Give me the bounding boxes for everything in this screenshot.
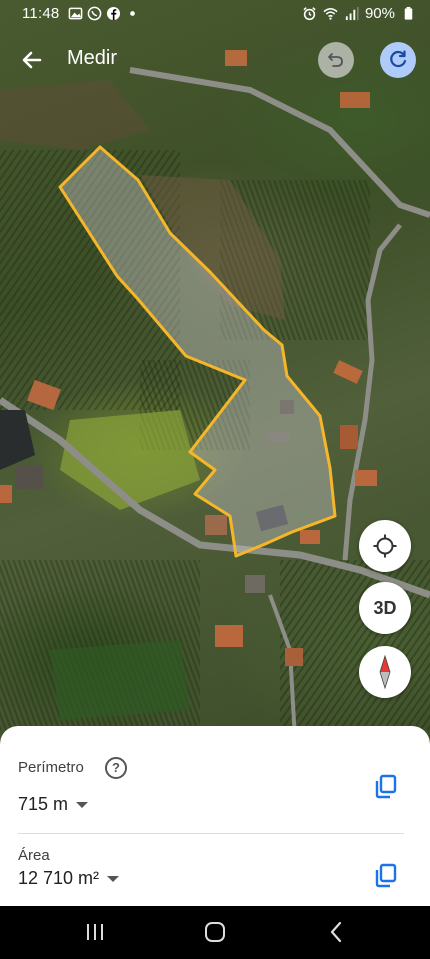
status-bar: 11:48 90% [0, 0, 430, 28]
perimeter-label: Perímetro [18, 759, 84, 776]
battery-icon [404, 6, 413, 20]
back-button[interactable] [16, 44, 48, 76]
arrow-left-icon [22, 51, 42, 69]
facebook-icon [106, 6, 121, 21]
home-button[interactable] [203, 920, 227, 949]
undo-button[interactable] [318, 42, 354, 78]
app-bar: Medir [0, 38, 430, 82]
system-nav-bar [0, 906, 430, 959]
battery-percent: 90% [364, 5, 395, 22]
compass-button[interactable] [359, 646, 411, 698]
notification-icons [68, 6, 140, 21]
dot-icon [130, 11, 135, 16]
copy-icon [375, 863, 397, 888]
copy-area-button[interactable] [372, 861, 400, 889]
chevron-down-icon [76, 801, 89, 808]
area-label: Área [18, 847, 50, 864]
gallery-icon [68, 7, 83, 20]
area-value: 12 710 m² [18, 868, 100, 888]
alarm-icon [303, 7, 316, 21]
wifi-icon [323, 8, 338, 20]
satellite-map[interactable] [0, 0, 430, 740]
status-time: 11:48 [22, 5, 60, 22]
my-location-button[interactable] [359, 520, 411, 572]
chevron-down-icon [107, 875, 120, 882]
area-unit-dropdown[interactable]: 12 710 m² [18, 868, 120, 889]
copy-icon [375, 774, 397, 799]
page-title: Medir [67, 47, 118, 69]
copy-perimeter-button[interactable] [372, 772, 400, 800]
recents-button[interactable] [84, 920, 106, 949]
back-nav-button[interactable] [325, 920, 347, 949]
undo-icon [328, 53, 343, 67]
map-imagery [0, 50, 430, 740]
perimeter-unit-dropdown[interactable]: 715 m [18, 794, 89, 815]
view-3d-button[interactable]: 3D [359, 582, 411, 634]
whatsapp-icon [87, 6, 102, 21]
help-circle-icon[interactable]: ? [105, 757, 127, 779]
home-icon [205, 922, 225, 942]
redo-button[interactable] [380, 42, 416, 78]
signal-icon [345, 6, 359, 21]
perimeter-value: 715 m [18, 794, 69, 814]
recents-icon [87, 924, 103, 940]
system-icons: 90% [302, 5, 416, 22]
back-icon [330, 921, 342, 943]
divider [18, 833, 404, 834]
measurement-sheet: Perímetro ? 715 m Área 12 710 m² [0, 726, 430, 906]
redo-icon [390, 50, 407, 68]
view-3d-label: 3D [373, 597, 397, 618]
compass-icon [379, 654, 391, 690]
my-location-icon [373, 534, 397, 558]
